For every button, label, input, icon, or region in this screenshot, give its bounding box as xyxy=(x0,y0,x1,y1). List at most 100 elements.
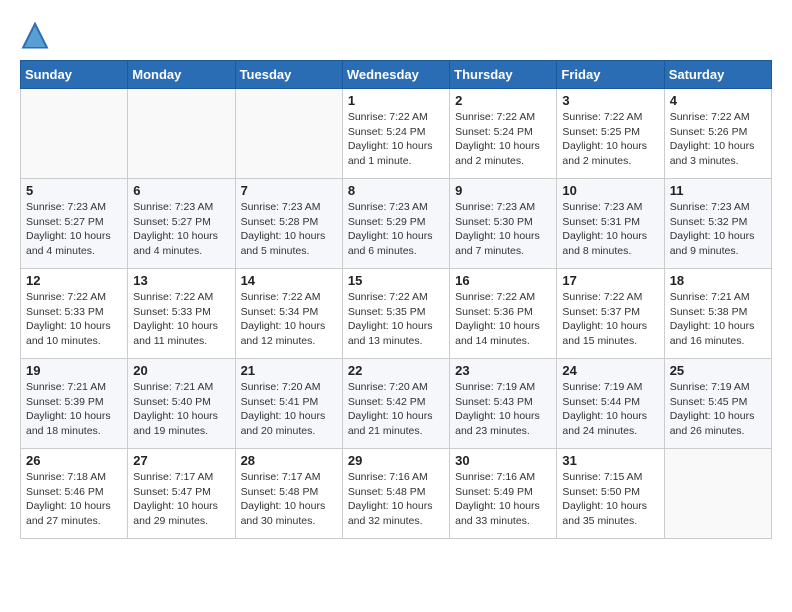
day-number: 7 xyxy=(241,183,337,198)
calendar-week-5: 26 Sunrise: 7:18 AM Sunset: 5:46 PM Dayli… xyxy=(21,449,772,539)
day-number: 8 xyxy=(348,183,444,198)
day-number: 10 xyxy=(562,183,658,198)
day-info: Sunrise: 7:22 AM Sunset: 5:24 PM Dayligh… xyxy=(455,110,551,169)
day-number: 16 xyxy=(455,273,551,288)
day-info: Sunrise: 7:22 AM Sunset: 5:37 PM Dayligh… xyxy=(562,290,658,349)
day-number: 29 xyxy=(348,453,444,468)
calendar-cell: 6 Sunrise: 7:23 AM Sunset: 5:27 PM Daylig… xyxy=(128,179,235,269)
day-number: 22 xyxy=(348,363,444,378)
day-number: 26 xyxy=(26,453,122,468)
day-info: Sunrise: 7:23 AM Sunset: 5:28 PM Dayligh… xyxy=(241,200,337,259)
day-number: 14 xyxy=(241,273,337,288)
day-number: 24 xyxy=(562,363,658,378)
day-info: Sunrise: 7:16 AM Sunset: 5:48 PM Dayligh… xyxy=(348,470,444,529)
calendar-cell: 25Sunrise: 7:19 AM Sunset: 5:45 PM Dayli… xyxy=(664,359,771,449)
calendar-cell: 2 Sunrise: 7:22 AM Sunset: 5:24 PM Daylig… xyxy=(450,89,557,179)
day-info: Sunrise: 7:22 AM Sunset: 5:33 PM Dayligh… xyxy=(133,290,229,349)
day-number: 6 xyxy=(133,183,229,198)
day-info: Sunrise: 7:17 AM Sunset: 5:47 PM Dayligh… xyxy=(133,470,229,529)
calendar-cell: 3 Sunrise: 7:22 AM Sunset: 5:25 PM Daylig… xyxy=(557,89,664,179)
day-number: 11 xyxy=(670,183,766,198)
weekday-row: SundayMondayTuesdayWednesdayThursdayFrid… xyxy=(21,61,772,89)
calendar-cell: 13Sunrise: 7:22 AM Sunset: 5:33 PM Dayli… xyxy=(128,269,235,359)
page-header xyxy=(20,20,772,50)
calendar-cell: 30 Sunrise: 7:16 AM Sunset: 5:49 PM Dayli… xyxy=(450,449,557,539)
calendar-cell: 19 Sunrise: 7:21 AM Sunset: 5:39 PM Dayli… xyxy=(21,359,128,449)
calendar-cell: 10Sunrise: 7:23 AM Sunset: 5:31 PM Dayli… xyxy=(557,179,664,269)
calendar-cell: 7 Sunrise: 7:23 AM Sunset: 5:28 PM Daylig… xyxy=(235,179,342,269)
calendar-cell xyxy=(664,449,771,539)
calendar-cell: 12 Sunrise: 7:22 AM Sunset: 5:33 PM Dayli… xyxy=(21,269,128,359)
calendar-cell: 18 Sunrise: 7:21 AM Sunset: 5:38 PM Dayli… xyxy=(664,269,771,359)
day-number: 19 xyxy=(26,363,122,378)
calendar-cell: 21 Sunrise: 7:20 AM Sunset: 5:41 PM Dayli… xyxy=(235,359,342,449)
day-info: Sunrise: 7:18 AM Sunset: 5:46 PM Dayligh… xyxy=(26,470,122,529)
day-info: Sunrise: 7:19 AM Sunset: 5:43 PM Dayligh… xyxy=(455,380,551,439)
day-info: Sunrise: 7:23 AM Sunset: 5:27 PM Dayligh… xyxy=(133,200,229,259)
weekday-header-sunday: Sunday xyxy=(21,61,128,89)
calendar-cell: 17 Sunrise: 7:22 AM Sunset: 5:37 PM Dayli… xyxy=(557,269,664,359)
logo-icon xyxy=(20,20,50,50)
calendar-week-2: 5 Sunrise: 7:23 AM Sunset: 5:27 PM Daylig… xyxy=(21,179,772,269)
day-info: Sunrise: 7:21 AM Sunset: 5:39 PM Dayligh… xyxy=(26,380,122,439)
day-number: 3 xyxy=(562,93,658,108)
day-number: 12 xyxy=(26,273,122,288)
day-number: 17 xyxy=(562,273,658,288)
calendar-cell: 16 Sunrise: 7:22 AM Sunset: 5:36 PM Dayli… xyxy=(450,269,557,359)
day-info: Sunrise: 7:19 AM Sunset: 5:44 PM Dayligh… xyxy=(562,380,658,439)
calendar-week-4: 19 Sunrise: 7:21 AM Sunset: 5:39 PM Dayli… xyxy=(21,359,772,449)
day-number: 21 xyxy=(241,363,337,378)
day-number: 2 xyxy=(455,93,551,108)
calendar-cell: 11 Sunrise: 7:23 AM Sunset: 5:32 PM Dayli… xyxy=(664,179,771,269)
day-number: 9 xyxy=(455,183,551,198)
day-info: Sunrise: 7:23 AM Sunset: 5:32 PM Dayligh… xyxy=(670,200,766,259)
calendar-cell: 31 Sunrise: 7:15 AM Sunset: 5:50 PM Dayli… xyxy=(557,449,664,539)
day-number: 30 xyxy=(455,453,551,468)
day-info: Sunrise: 7:22 AM Sunset: 5:26 PM Dayligh… xyxy=(670,110,766,169)
day-info: Sunrise: 7:16 AM Sunset: 5:49 PM Dayligh… xyxy=(455,470,551,529)
day-info: Sunrise: 7:15 AM Sunset: 5:50 PM Dayligh… xyxy=(562,470,658,529)
calendar-cell xyxy=(21,89,128,179)
calendar-cell: 24 Sunrise: 7:19 AM Sunset: 5:44 PM Dayli… xyxy=(557,359,664,449)
day-info: Sunrise: 7:21 AM Sunset: 5:38 PM Dayligh… xyxy=(670,290,766,349)
day-info: Sunrise: 7:22 AM Sunset: 5:33 PM Dayligh… xyxy=(26,290,122,349)
calendar-cell: 14 Sunrise: 7:22 AM Sunset: 5:34 PM Dayli… xyxy=(235,269,342,359)
calendar-cell: 27 Sunrise: 7:17 AM Sunset: 5:47 PM Dayli… xyxy=(128,449,235,539)
calendar-cell: 22 Sunrise: 7:20 AM Sunset: 5:42 PM Dayli… xyxy=(342,359,449,449)
day-number: 23 xyxy=(455,363,551,378)
weekday-header-saturday: Saturday xyxy=(664,61,771,89)
day-info: Sunrise: 7:22 AM Sunset: 5:34 PM Dayligh… xyxy=(241,290,337,349)
day-info: Sunrise: 7:20 AM Sunset: 5:41 PM Dayligh… xyxy=(241,380,337,439)
calendar-cell xyxy=(235,89,342,179)
calendar-week-3: 12 Sunrise: 7:22 AM Sunset: 5:33 PM Dayli… xyxy=(21,269,772,359)
day-number: 25 xyxy=(670,363,766,378)
calendar-cell: 20Sunrise: 7:21 AM Sunset: 5:40 PM Dayli… xyxy=(128,359,235,449)
weekday-header-monday: Monday xyxy=(128,61,235,89)
day-number: 18 xyxy=(670,273,766,288)
day-info: Sunrise: 7:22 AM Sunset: 5:25 PM Dayligh… xyxy=(562,110,658,169)
weekday-header-wednesday: Wednesday xyxy=(342,61,449,89)
calendar-cell: 23 Sunrise: 7:19 AM Sunset: 5:43 PM Dayli… xyxy=(450,359,557,449)
day-info: Sunrise: 7:22 AM Sunset: 5:35 PM Dayligh… xyxy=(348,290,444,349)
calendar-week-1: 1Sunrise: 7:22 AM Sunset: 5:24 PM Daylig… xyxy=(21,89,772,179)
day-info: Sunrise: 7:23 AM Sunset: 5:30 PM Dayligh… xyxy=(455,200,551,259)
calendar-body: 1Sunrise: 7:22 AM Sunset: 5:24 PM Daylig… xyxy=(21,89,772,539)
calendar-cell: 8 Sunrise: 7:23 AM Sunset: 5:29 PM Daylig… xyxy=(342,179,449,269)
calendar-cell: 26 Sunrise: 7:18 AM Sunset: 5:46 PM Dayli… xyxy=(21,449,128,539)
day-number: 5 xyxy=(26,183,122,198)
logo xyxy=(20,20,54,50)
calendar-cell: 9 Sunrise: 7:23 AM Sunset: 5:30 PM Daylig… xyxy=(450,179,557,269)
calendar-table: SundayMondayTuesdayWednesdayThursdayFrid… xyxy=(20,60,772,539)
day-info: Sunrise: 7:22 AM Sunset: 5:36 PM Dayligh… xyxy=(455,290,551,349)
day-info: Sunrise: 7:23 AM Sunset: 5:29 PM Dayligh… xyxy=(348,200,444,259)
calendar-cell: 5Sunrise: 7:23 AM Sunset: 5:27 PM Daylig… xyxy=(21,179,128,269)
day-info: Sunrise: 7:22 AM Sunset: 5:24 PM Dayligh… xyxy=(348,110,444,169)
day-number: 27 xyxy=(133,453,229,468)
calendar-header: SundayMondayTuesdayWednesdayThursdayFrid… xyxy=(21,61,772,89)
calendar-cell xyxy=(128,89,235,179)
day-number: 31 xyxy=(562,453,658,468)
day-info: Sunrise: 7:20 AM Sunset: 5:42 PM Dayligh… xyxy=(348,380,444,439)
calendar-cell: 1Sunrise: 7:22 AM Sunset: 5:24 PM Daylig… xyxy=(342,89,449,179)
calendar-cell: 4Sunrise: 7:22 AM Sunset: 5:26 PM Daylig… xyxy=(664,89,771,179)
weekday-header-friday: Friday xyxy=(557,61,664,89)
